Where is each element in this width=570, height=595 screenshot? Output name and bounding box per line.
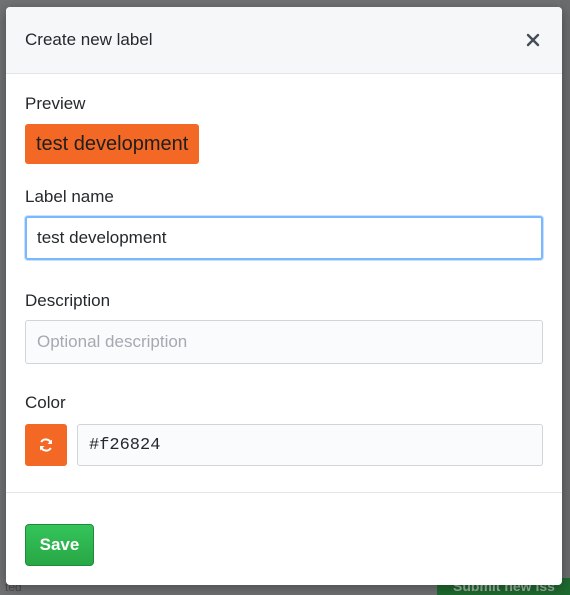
color-hex-input[interactable] xyxy=(77,424,543,466)
description-label: Description xyxy=(25,291,111,310)
create-label-dialog: Create new label Preview test developmen… xyxy=(6,7,562,585)
dialog-body: Preview test development Label name Desc… xyxy=(6,74,562,466)
close-button[interactable] xyxy=(523,30,543,50)
label-name-input[interactable] xyxy=(25,216,543,260)
dialog-title: Create new label xyxy=(25,30,153,49)
save-button[interactable]: Save xyxy=(25,524,94,566)
refresh-color-button[interactable] xyxy=(25,424,67,466)
label-preview-badge: test development xyxy=(25,124,200,164)
refresh-icon xyxy=(40,438,52,452)
color-label: Color xyxy=(25,393,66,412)
color-row xyxy=(25,424,543,466)
description-input[interactable] xyxy=(25,320,543,364)
dialog-header: Create new label xyxy=(6,7,562,74)
dialog-footer: Save xyxy=(6,492,562,585)
close-icon xyxy=(526,33,540,47)
label-name-label: Label name xyxy=(25,187,114,206)
preview-label: Preview xyxy=(25,94,86,113)
